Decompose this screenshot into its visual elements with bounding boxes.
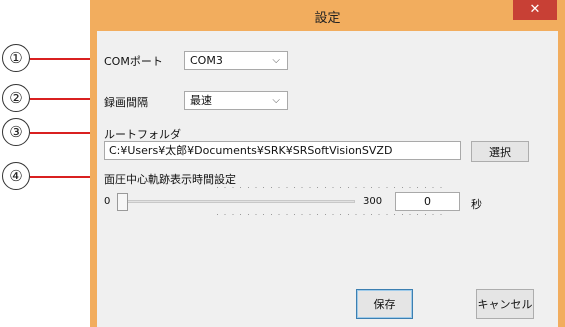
select-folder-button[interactable]: 選択 [471,141,529,162]
display-time-slider-track[interactable] [125,200,355,203]
rec-interval-value: 最速 [190,94,212,107]
com-port-select[interactable]: COM3 ⌵ [184,51,288,70]
settings-dialog: 設定 ✕ COMポート COM3 ⌵ 録画間隔 最速 ⌵ ルートフォルダ C:¥… [90,0,565,327]
rec-interval-select[interactable]: 最速 ⌵ [184,91,288,110]
slider-ticks-top [217,187,443,188]
com-port-value: COM3 [190,54,223,67]
dialog-title: 設定 [314,11,341,26]
pressure-display-label: 面圧中心軌跡表示時間設定 [104,173,236,186]
title-bar: 設定 ✕ [90,0,565,31]
slider-min-label: 0 [104,196,111,207]
callout-number: ① [2,44,30,72]
root-folder-path-input[interactable]: C:¥Users¥太郎¥Documents¥SRK¥SRSoftVisionSV… [104,141,461,160]
display-time-slider-thumb[interactable] [117,193,128,211]
callout-number: ④ [2,162,30,190]
rec-interval-label: 録画間隔 [104,96,148,109]
close-icon: ✕ [529,2,541,17]
slider-max-label: 300 [363,196,383,207]
close-button[interactable]: ✕ [513,0,557,20]
seconds-unit-label: 秒 [471,198,482,211]
root-folder-label: ルートフォルダ [104,128,181,141]
com-port-label: COMポート [104,55,163,68]
callout-number: ③ [2,118,30,146]
cancel-button[interactable]: キャンセル [476,289,534,319]
chevron-down-icon: ⌵ [272,55,280,66]
slider-ticks-bottom [217,214,443,215]
chevron-down-icon: ⌵ [272,95,280,106]
save-button[interactable]: 保存 [356,289,413,319]
display-time-input[interactable]: 0 [395,192,460,211]
callout-number: ② [2,84,30,112]
